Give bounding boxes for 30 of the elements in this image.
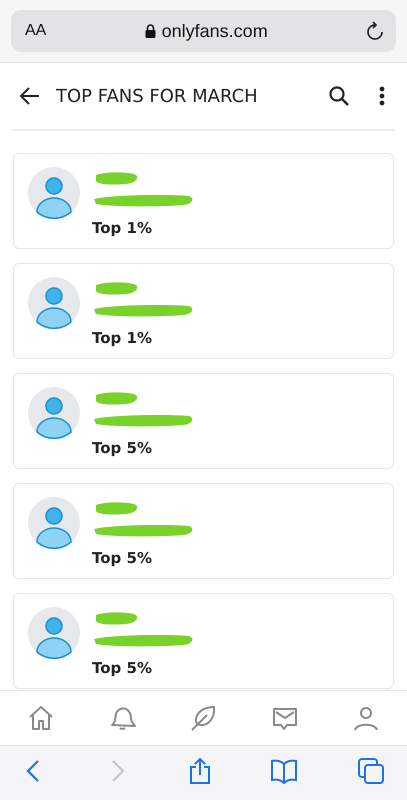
fan-card[interactable]: Top 5% [13,483,394,579]
more-icon[interactable] [379,86,385,106]
book-icon[interactable] [270,758,298,784]
tabs-icon[interactable] [357,757,385,785]
url-text: onlyfans.com [162,20,268,42]
page-title: TOP FANS FOR MARCH [56,86,259,106]
fan-rank: Top 5% [92,659,153,677]
fan-rank: Top 5% [92,549,153,567]
person-icon[interactable] [352,704,380,732]
fan-card[interactable]: Top 5% [13,593,394,689]
fan-card[interactable]: Top 1% [13,153,394,249]
avatar-icon [28,387,80,439]
fan-rank: Top 5% [92,439,153,457]
fan-card[interactable]: Top 5% [13,373,394,469]
fan-rank: Top 1% [92,219,153,237]
address-bar[interactable]: AA onlyfans.com [11,10,396,52]
back-arrow-icon[interactable] [20,87,40,105]
leaf-icon[interactable] [189,704,218,732]
share-icon[interactable] [188,757,212,785]
avatar-icon [28,277,80,329]
search-icon[interactable] [329,86,349,106]
avatar-icon [28,497,80,549]
home-icon[interactable] [26,704,55,732]
fan-rank: Top 1% [92,329,153,347]
text-size-button[interactable]: AA [25,22,46,40]
lock-icon [144,24,156,38]
fan-card[interactable]: Top 1% [13,263,394,359]
reload-icon[interactable] [366,21,384,41]
avatar-icon [28,167,80,219]
avatar-icon [28,607,80,659]
